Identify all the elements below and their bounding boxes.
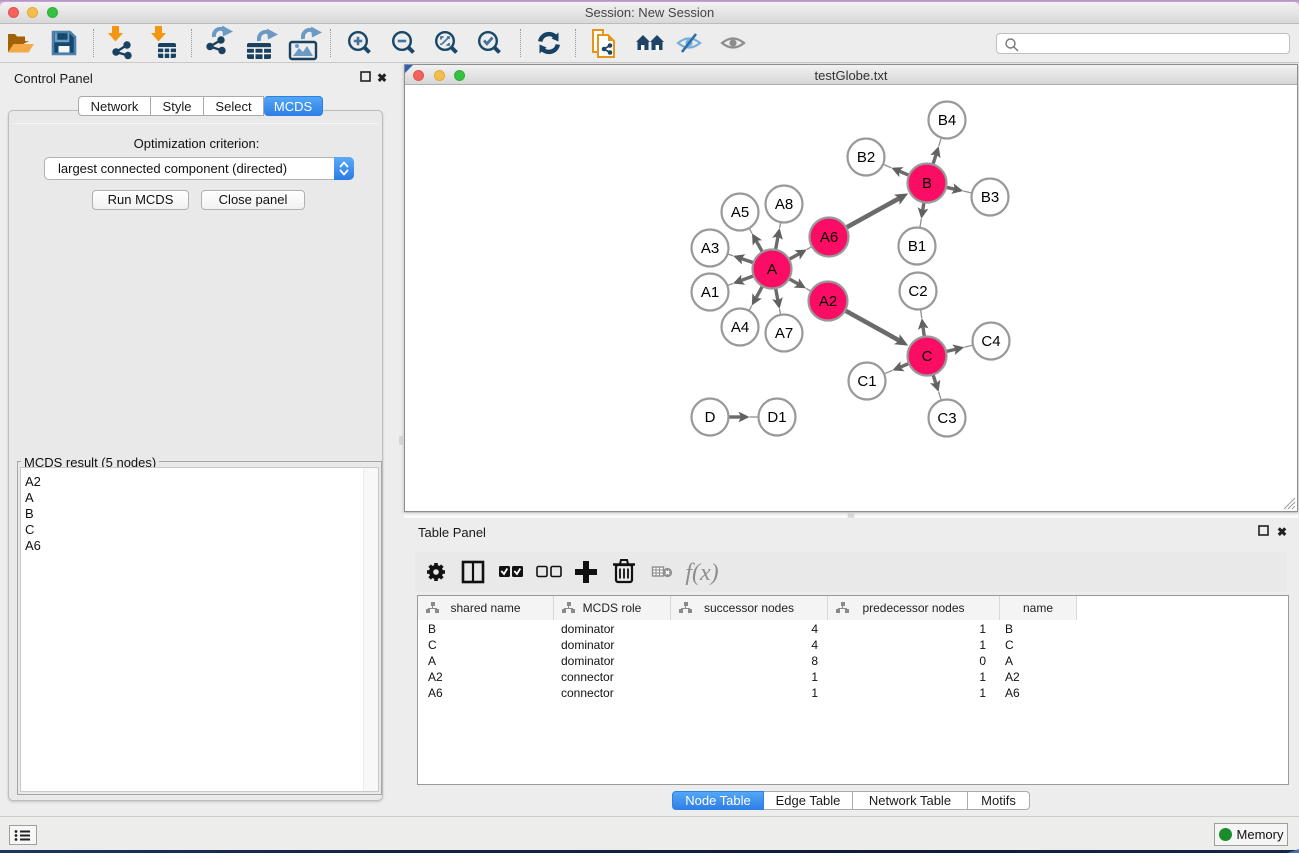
- svg-text:A: A: [767, 261, 777, 278]
- svg-text:A2: A2: [819, 293, 837, 310]
- svg-text:B3: B3: [981, 189, 999, 206]
- svg-text:B: B: [922, 175, 932, 192]
- svg-text:D1: D1: [767, 409, 786, 426]
- svg-text:A6: A6: [820, 229, 838, 246]
- svg-text:B2: B2: [857, 149, 875, 166]
- svg-text:C: C: [922, 348, 933, 365]
- svg-text:C1: C1: [857, 373, 876, 390]
- svg-text:A1: A1: [701, 284, 719, 301]
- svg-text:C2: C2: [908, 283, 927, 300]
- svg-text:A5: A5: [731, 204, 749, 221]
- svg-text:B4: B4: [938, 112, 956, 129]
- svg-text:A7: A7: [775, 325, 793, 342]
- svg-text:C4: C4: [981, 333, 1000, 350]
- svg-text:f(x): f(x): [685, 560, 718, 586]
- svg-text:C3: C3: [937, 410, 956, 427]
- svg-text:A3: A3: [701, 240, 719, 257]
- svg-text:D: D: [705, 409, 716, 426]
- svg-text:A4: A4: [731, 319, 749, 336]
- svg-text:A8: A8: [775, 196, 793, 213]
- svg-text:B1: B1: [908, 238, 926, 255]
